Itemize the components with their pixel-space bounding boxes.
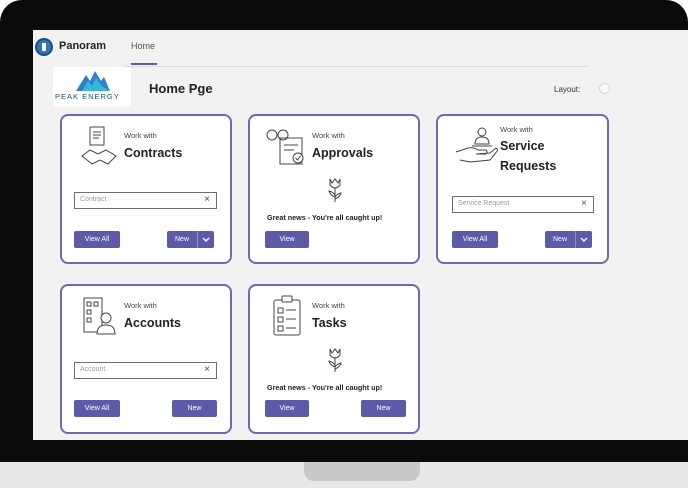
approvals-card: Work with Approvals Great news - You're … — [248, 114, 420, 264]
service-requests-new-label[interactable]: New — [545, 231, 576, 248]
account-search-input[interactable]: Account × — [74, 362, 217, 379]
mountain-icon — [76, 71, 110, 91]
service-requests-view-all-button[interactable]: View All — [452, 231, 498, 248]
tasks-subtitle: Work with — [312, 301, 345, 310]
chevron-down-icon[interactable] — [197, 231, 215, 248]
chevron-down-icon[interactable] — [575, 231, 593, 248]
contracts-subtitle: Work with — [124, 131, 157, 140]
contracts-title: Contracts — [124, 146, 183, 160]
tasks-title: Tasks — [312, 316, 347, 330]
tulip-icon — [328, 348, 342, 372]
contracts-card: Work with Contracts Contract × View All … — [60, 114, 232, 264]
close-icon[interactable]: × — [204, 364, 210, 375]
page-title: Home Pge — [149, 81, 213, 96]
service-requests-new-button[interactable]: New — [545, 231, 593, 248]
account-search-placeholder: Account — [80, 366, 106, 373]
accounts-card: Work with Accounts Account × View All Ne… — [60, 284, 232, 434]
approvals-title: Approvals — [312, 146, 374, 160]
service-request-search-placeholder: Service Request — [458, 200, 510, 207]
accounts-org-icon — [83, 297, 116, 335]
service-hand-icon — [455, 127, 498, 163]
contracts-view-all-button[interactable]: View All — [74, 231, 120, 248]
peak-energy-logo: PEAK ENERGY — [53, 67, 131, 107]
approvals-message: Great news - You're all caught up! — [267, 213, 383, 222]
approvals-view-button[interactable]: View — [265, 231, 309, 248]
tab-home-indicator — [131, 63, 157, 65]
close-icon[interactable]: × — [581, 198, 587, 209]
app-name: Panoram — [59, 40, 107, 52]
contract-handshake-icon — [81, 126, 117, 165]
contract-search-input[interactable]: Contract × — [74, 192, 217, 209]
accounts-subtitle: Work with — [124, 301, 157, 310]
accounts-title: Accounts — [124, 316, 181, 330]
approvals-glasses-icon — [266, 129, 304, 165]
tasks-card: Work with Tasks Great news - You're all … — [248, 284, 420, 434]
tab-home[interactable]: Home — [131, 41, 155, 51]
contracts-new-label[interactable]: New — [167, 231, 198, 248]
service-requests-title-line2: Requests — [500, 159, 557, 173]
tulip-icon — [328, 178, 342, 202]
contracts-new-button[interactable]: New — [167, 231, 215, 248]
app-logo-icon — [35, 38, 53, 56]
tasks-new-button[interactable]: New — [361, 400, 406, 417]
accounts-view-all-button[interactable]: View All — [74, 400, 120, 417]
service-request-search-input[interactable]: Service Request × — [452, 196, 594, 213]
layout-toggle[interactable] — [599, 83, 610, 94]
close-icon[interactable]: × — [204, 194, 210, 205]
app-screen: Panoram Home PEAK ENERGY Home Pge Layout… — [33, 30, 688, 440]
brand-text: PEAK ENERGY — [55, 92, 120, 101]
tasks-message: Great news - You're all caught up! — [267, 383, 383, 392]
top-nav-bar: Panoram Home — [33, 30, 688, 66]
accounts-new-button[interactable]: New — [172, 400, 217, 417]
approvals-subtitle: Work with — [312, 131, 345, 140]
service-requests-subtitle: Work with — [500, 125, 533, 134]
tasks-checklist-icon — [273, 295, 301, 336]
header-divider — [123, 66, 588, 67]
tasks-view-button[interactable]: View — [265, 400, 309, 417]
contract-search-placeholder: Contract — [80, 196, 107, 203]
laptop-notch — [304, 462, 420, 481]
layout-label: Layout: — [554, 85, 581, 94]
service-requests-title-line1: Service — [500, 139, 545, 153]
service-requests-card: Work with Service Requests Service Reque… — [436, 114, 609, 264]
